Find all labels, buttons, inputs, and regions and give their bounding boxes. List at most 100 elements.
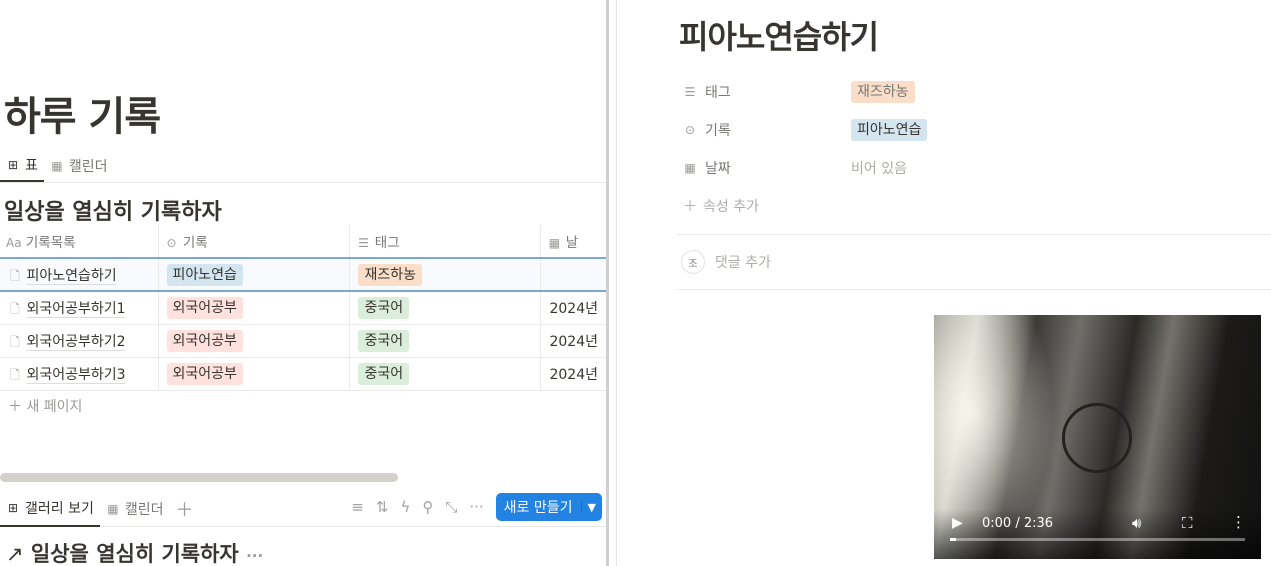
tab-label: 캘린더	[68, 159, 108, 175]
tag-badge: 중국어	[358, 362, 410, 385]
more-vertical-icon[interactable]: ⋮	[1231, 513, 1246, 531]
toolbar: ≡ ⇅ ϟ ⚲ ⤡ ··· 새로 만들기 ▼	[351, 492, 602, 522]
column-header-date[interactable]: ▦ 날	[540, 225, 606, 258]
divider	[677, 289, 1271, 290]
more-icon[interactable]: ···	[469, 498, 483, 516]
calendar-icon: ▦	[107, 502, 119, 516]
tab-gallery[interactable]: ⊞ 갤러리 보기	[0, 492, 100, 527]
column-label: 기록	[182, 235, 208, 251]
video-player[interactable]: ▶ 0:00 / 2:36 🔊︎ ⛶ ⋮	[934, 315, 1261, 559]
property-label: 날짜	[705, 161, 731, 177]
property-record[interactable]: ⊙ 기록 피아노연습	[683, 117, 928, 143]
add-property-button[interactable]: ＋ 속성 추가	[683, 193, 759, 219]
tab-table[interactable]: ⊞ 표	[0, 150, 44, 182]
plus-icon: ＋	[8, 399, 22, 415]
video-frame-detail	[1062, 403, 1132, 473]
calendar-icon: ▦	[548, 236, 561, 250]
property-value: 비어 있음	[851, 161, 907, 177]
add-view-button[interactable]: ＋	[170, 493, 200, 525]
video-progress-fill	[950, 538, 956, 541]
video-controls: ▶ 0:00 / 2:36 🔊︎ ⛶ ⋮	[934, 509, 1261, 559]
date-cell[interactable]: 2024년	[540, 290, 606, 324]
video-time: 0:00 / 2:36	[982, 516, 1054, 531]
list-icon: ☰	[684, 85, 696, 99]
page-icon: 🗋	[10, 367, 20, 382]
page-peek-panel: 피아노연습하기 ☰ 태그 재즈하농 ⊙ 기록 피아노연습 ▦ 날짜 비어 있음 ＋ 속성 추가…	[617, 0, 1271, 566]
date-cell[interactable]: 2024년	[540, 323, 606, 357]
new-page-button[interactable]: ＋ 새 페이지	[8, 396, 82, 416]
property-value: 재즈하농	[851, 81, 915, 103]
tab-label: 갤러리 보기	[25, 501, 94, 517]
chevron-down-icon[interactable]: ▼	[580, 500, 602, 514]
tab-calendar[interactable]: ▦ 캘린더	[44, 150, 114, 182]
sort-icon[interactable]: ⇅	[376, 498, 389, 516]
column-header-name[interactable]: Aa 기록목록	[0, 225, 158, 258]
automation-icon[interactable]: ϟ	[400, 498, 410, 516]
column-label: 기록목록	[25, 235, 76, 251]
filter-icon[interactable]: ≡	[351, 498, 364, 516]
date-cell[interactable]: 2024년	[540, 356, 606, 391]
calendar-icon: ▦	[51, 159, 63, 173]
tab-label: 표	[25, 158, 38, 174]
row-name[interactable]: 외국어공부하기1	[26, 301, 125, 317]
database-panel: 하루 기록 ⊞ 표 ▦ 캘린더 일상을 열심히 기록하자 Aa 기록목록 ⊙ 기록 …	[0, 0, 606, 566]
property-label: 태그	[705, 85, 731, 101]
date-cell[interactable]	[540, 257, 606, 292]
column-header-tag[interactable]: ☰ 태그	[349, 225, 541, 258]
plus-icon: ＋	[175, 500, 194, 521]
database-title: 일상을 열심히 기록하자	[4, 200, 222, 225]
row-name[interactable]: 외국어공부하기3	[26, 367, 125, 383]
panel-divider[interactable]	[606, 0, 617, 566]
fullscreen-icon[interactable]: ⛶	[1182, 514, 1193, 532]
database-title: 일상을 열심히 기록하자	[30, 542, 239, 566]
select-icon: ⊙	[166, 236, 177, 250]
page-icon: 🗋	[10, 268, 20, 283]
record-tag: 외국어공부	[166, 329, 243, 352]
add-comment-label: 댓글 추가	[715, 255, 771, 271]
calendar-icon: ▦	[684, 161, 696, 175]
text-type-icon: Aa	[6, 236, 22, 250]
more-icon[interactable]: ···	[246, 547, 263, 565]
tag-badge: 재즈하농	[358, 263, 423, 286]
property-label: 기록	[705, 123, 731, 139]
property-tag[interactable]: ☰ 태그 재즈하농	[683, 79, 915, 105]
select-icon: ⊙	[684, 123, 696, 137]
property-value: 피아노연습	[851, 119, 928, 141]
add-property-label: 속성 추가	[703, 199, 759, 215]
horizontal-scrollbar[interactable]	[0, 473, 398, 482]
list-icon: ☰	[358, 236, 369, 250]
column-label: 날	[565, 235, 579, 251]
new-button-label: 새로 만들기	[503, 500, 573, 516]
row-name[interactable]: 외국어공부하기2	[26, 334, 125, 350]
search-icon[interactable]: ⚲	[422, 498, 433, 516]
arrow-up-right-icon: ↗	[6, 542, 24, 566]
table-row[interactable]: 🗋 피아노연습하기 피아노연습 재즈하농	[0, 257, 606, 292]
record-tag: 외국어공부	[166, 362, 243, 385]
volume-icon[interactable]: 🔊︎	[1132, 514, 1141, 532]
tab-label: 캘린더	[124, 502, 164, 518]
new-page-label: 새 페이지	[26, 399, 83, 415]
expand-icon[interactable]: ⤡	[445, 498, 457, 516]
divider	[677, 234, 1271, 235]
view-tabs: ⊞ 표 ▦ 캘린더	[0, 150, 606, 183]
avatar: 조	[681, 250, 705, 274]
play-icon[interactable]: ▶	[952, 515, 963, 531]
table-row[interactable]: 🗋 외국어공부하기1 외국어공부 중국어 2024년	[0, 290, 606, 324]
linked-database-title[interactable]: ↗ 일상을 열심히 기록하자 ···	[6, 538, 263, 566]
video-progress-bar[interactable]	[950, 538, 1245, 541]
column-label: 태그	[374, 235, 400, 251]
database-table: Aa 기록목록 ⊙ 기록 ☰ 태그 ▦ 날 🗋 피아노연습하기 피아노연습 재즈…	[0, 225, 606, 391]
column-header-record[interactable]: ⊙ 기록	[157, 225, 350, 258]
page-title[interactable]: 피아노연습하기	[679, 12, 879, 58]
add-comment[interactable]: 조 댓글 추가	[681, 250, 771, 274]
tab-calendar-2[interactable]: ▦ 캘린더	[100, 493, 170, 525]
row-name[interactable]: 피아노연습하기	[26, 268, 116, 284]
property-date[interactable]: ▦ 날짜 비어 있음	[683, 155, 907, 181]
page-icon: 🗋	[10, 301, 20, 316]
tag-badge: 중국어	[358, 329, 410, 352]
plus-icon: ＋	[683, 199, 697, 215]
new-button[interactable]: 새로 만들기 ▼	[495, 493, 602, 521]
table-row[interactable]: 🗋 외국어공부하기3 외국어공부 중국어 2024년	[0, 356, 606, 391]
record-tag: 피아노연습	[166, 263, 243, 286]
table-row[interactable]: 🗋 외국어공부하기2 외국어공부 중국어 2024년	[0, 323, 606, 357]
